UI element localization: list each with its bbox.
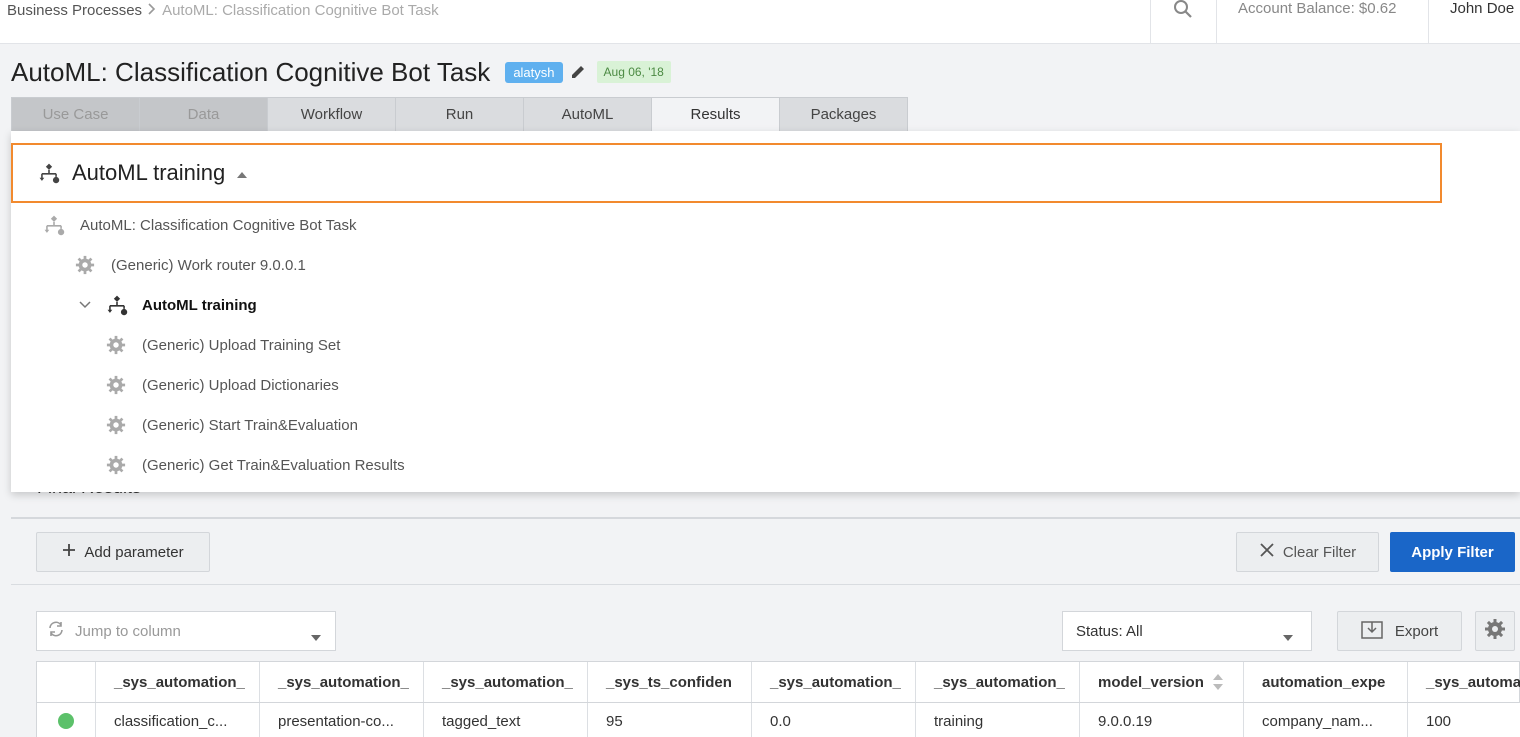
export-button[interactable]: Export: [1337, 611, 1462, 651]
chevron-down-icon: [311, 628, 321, 645]
tab-run[interactable]: Run: [395, 97, 524, 131]
breadcrumb: Business Processes AutoML: Classificatio…: [7, 0, 439, 20]
column-header[interactable]: automation_expe: [1244, 662, 1408, 702]
gear-icon: [74, 254, 96, 276]
close-icon: [1259, 542, 1275, 562]
tree-item-automl-training[interactable]: AutoML training: [76, 285, 257, 325]
date-badge: Aug 06, '18: [596, 61, 671, 83]
workflow-icon: [106, 294, 128, 316]
add-parameter-label: Add parameter: [84, 543, 184, 561]
breadcrumb-chevron-icon: [148, 2, 156, 18]
tab-results[interactable]: Results: [651, 97, 780, 131]
plus-icon: [62, 543, 76, 561]
jump-to-column-placeholder: Jump to column: [75, 622, 181, 640]
table-cell: training: [916, 703, 1080, 737]
tree-item-label: (Generic) Get Train&Evaluation Results: [142, 456, 405, 474]
tree-item-start-train-evaluation[interactable]: (Generic) Start Train&Evaluation: [105, 405, 358, 445]
tab-use-case[interactable]: Use Case: [11, 97, 140, 131]
results-table: _sys_automation_ _sys_automation_ _sys_a…: [36, 661, 1520, 737]
caret-up-icon: [237, 165, 248, 182]
table-cell: company_nam...: [1244, 703, 1408, 737]
table-cell: 95: [588, 703, 752, 737]
chevron-down-icon: [1283, 628, 1293, 645]
workflow-selector[interactable]: AutoML training: [11, 143, 1442, 203]
status-cell: [37, 703, 96, 737]
jump-to-column-select[interactable]: Jump to column: [36, 611, 336, 651]
tree-item-label: AutoML: Classification Cognitive Bot Tas…: [80, 216, 357, 234]
account-balance[interactable]: Account Balance: $0.62: [1216, 0, 1428, 44]
status-dot: [58, 713, 74, 729]
workflow-icon: [43, 214, 65, 236]
tree-item-label: (Generic) Start Train&Evaluation: [142, 416, 358, 434]
chevron-down-icon[interactable]: [76, 294, 94, 316]
tab-data[interactable]: Data: [139, 97, 268, 131]
tree-item-label: (Generic) Upload Training Set: [142, 336, 341, 354]
table-cell: classification_c...: [96, 703, 260, 737]
column-header[interactable]: _sys_automation_: [424, 662, 588, 702]
table-settings-button[interactable]: [1475, 611, 1515, 651]
column-header[interactable]: _sys_automation_: [96, 662, 260, 702]
status-filter-value: Status: All: [1076, 622, 1143, 640]
gear-icon: [1484, 618, 1506, 644]
table-header-row: _sys_automation_ _sys_automation_ _sys_a…: [36, 661, 1520, 703]
user-menu[interactable]: John Doe: [1428, 0, 1520, 44]
tab-automl[interactable]: AutoML: [523, 97, 652, 131]
tree-item-label: (Generic) Work router 9.0.0.1: [111, 256, 306, 274]
gear-icon: [105, 334, 127, 356]
add-parameter-button[interactable]: Add parameter: [36, 532, 210, 572]
search-icon: [1173, 0, 1195, 24]
table-cell: 100: [1408, 703, 1520, 737]
clear-filter-button[interactable]: Clear Filter: [1236, 532, 1379, 572]
table-cell: presentation-co...: [260, 703, 424, 737]
breadcrumb-parent[interactable]: Business Processes: [7, 2, 142, 19]
column-header[interactable]: _sys_automation_: [752, 662, 916, 702]
column-header[interactable]: _sys_ts_confiden: [588, 662, 752, 702]
search-button[interactable]: [1150, 0, 1216, 44]
column-header: [37, 662, 96, 702]
page-title: AutoML: Classification Cognitive Bot Tas…: [11, 56, 491, 87]
column-header-model-version[interactable]: model_version: [1080, 662, 1244, 702]
tree-item-upload-dictionaries[interactable]: (Generic) Upload Dictionaries: [105, 365, 339, 405]
tree-item-root[interactable]: AutoML: Classification Cognitive Bot Tas…: [43, 205, 357, 245]
sort-icon[interactable]: [1212, 673, 1224, 691]
workflow-selector-label: AutoML training: [72, 160, 226, 185]
workflow-icon: [38, 162, 60, 184]
export-label: Export: [1394, 622, 1439, 640]
tree-item-work-router[interactable]: (Generic) Work router 9.0.0.1: [74, 245, 306, 285]
edit-icon[interactable]: [569, 63, 587, 81]
status-filter-select[interactable]: Status: All: [1062, 611, 1312, 651]
gear-icon: [105, 454, 127, 476]
column-header[interactable]: _sys_automa: [1408, 662, 1520, 702]
table-row[interactable]: classification_c... presentation-co... t…: [36, 703, 1520, 737]
table-cell: tagged_text: [424, 703, 588, 737]
tree-item-get-train-evaluation-results[interactable]: (Generic) Get Train&Evaluation Results: [105, 445, 405, 485]
download-icon: [1361, 619, 1383, 643]
tab-workflow[interactable]: Workflow: [267, 97, 396, 131]
apply-filter-button[interactable]: Apply Filter: [1390, 532, 1515, 572]
column-header[interactable]: _sys_automation_: [260, 662, 424, 702]
clear-filter-label: Clear Filter: [1282, 543, 1357, 561]
table-cell: 0.0: [752, 703, 916, 737]
tree-item-label: (Generic) Upload Dictionaries: [142, 376, 339, 394]
gear-icon: [105, 374, 127, 396]
tab-bar: Use Case Data Workflow Run AutoML Result…: [11, 97, 908, 131]
title-row: AutoML: Classification Cognitive Bot Tas…: [11, 54, 671, 90]
gear-icon: [105, 414, 127, 436]
column-header-label: model_version: [1098, 673, 1204, 691]
tab-packages[interactable]: Packages: [779, 97, 908, 131]
tree-item-label: AutoML training: [142, 296, 257, 314]
top-bar: Business Processes AutoML: Classificatio…: [0, 0, 1520, 44]
owner-badge: alatysh: [505, 61, 563, 83]
refresh-icon: [47, 620, 65, 642]
breadcrumb-current: AutoML: Classification Cognitive Bot Tas…: [162, 1, 439, 19]
column-header[interactable]: _sys_automation_: [916, 662, 1080, 702]
table-cell: 9.0.0.19: [1080, 703, 1244, 737]
tree-item-upload-training-set[interactable]: (Generic) Upload Training Set: [105, 325, 340, 365]
